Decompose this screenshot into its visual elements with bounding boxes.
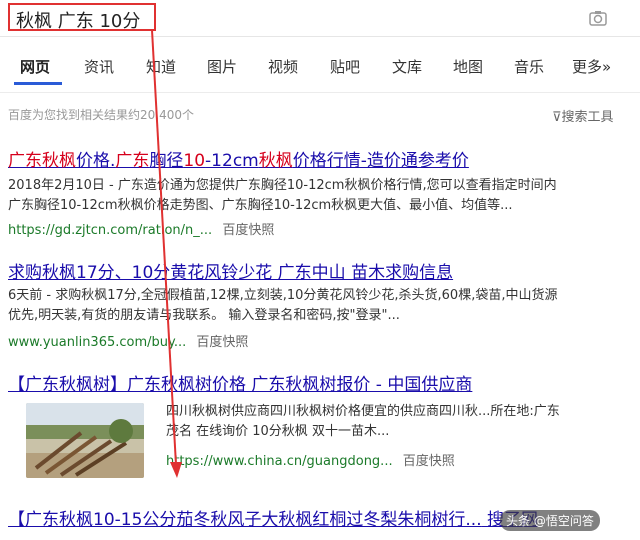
watermark: 头条 @悟空问答 [500,510,600,531]
annotation-arrow [151,29,182,478]
